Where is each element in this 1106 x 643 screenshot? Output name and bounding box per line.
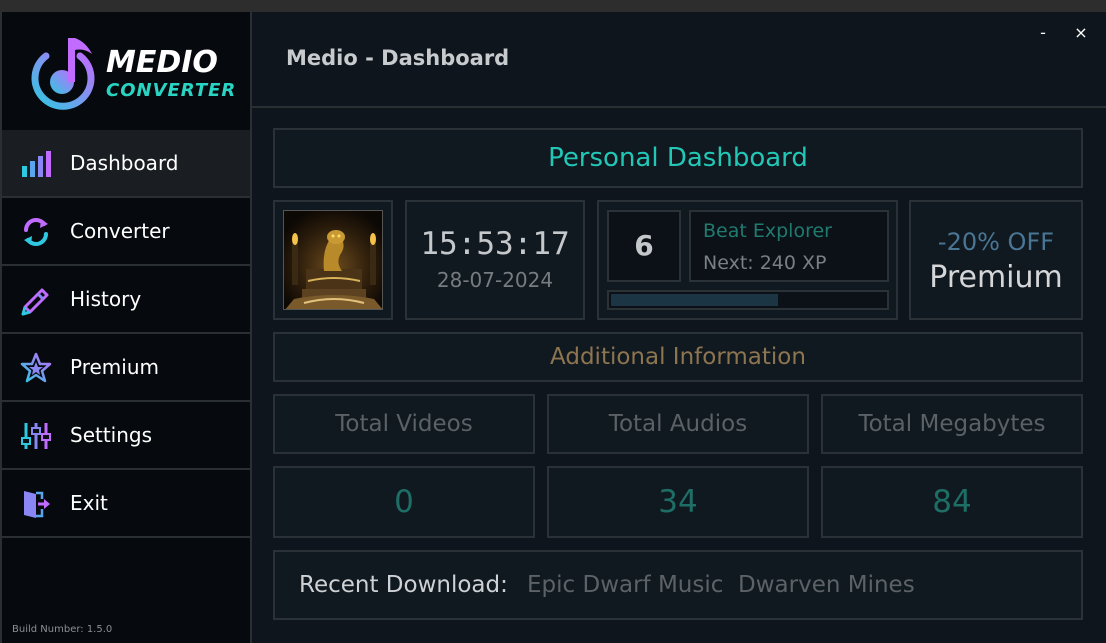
sidebar-item-premium[interactable]: Premium xyxy=(2,334,250,402)
logo-title: MEDIO xyxy=(106,45,218,80)
stat-value: 84 xyxy=(932,484,972,520)
star-icon xyxy=(20,352,52,383)
bar-chart-icon xyxy=(22,151,51,177)
sidebar-item-dashboard[interactable]: Dashboard xyxy=(2,130,250,198)
additional-info-panel: Additional Information xyxy=(273,332,1083,382)
stat-header-audios: Total Audios xyxy=(547,394,809,454)
header: Medio - Dashboard - × xyxy=(252,12,1106,108)
avatar[interactable] xyxy=(283,210,383,310)
sidebar-nav: Dashboard Converter History Premium Sett… xyxy=(2,130,250,538)
logo: MEDIO CONVERTER xyxy=(2,12,250,132)
sidebar-item-label: Converter xyxy=(70,219,170,243)
music-note-logo-icon xyxy=(31,38,95,110)
stat-label: Total Videos xyxy=(335,411,473,437)
sliders-icon xyxy=(21,423,51,449)
promo-discount: -20% OFF xyxy=(937,228,1055,256)
page-title: Medio - Dashboard xyxy=(286,46,510,70)
sidebar-item-label: Dashboard xyxy=(70,151,179,175)
clock-panel: 15:53:17 28-07-2024 xyxy=(405,200,585,320)
title-bar-strip xyxy=(0,0,1106,12)
additional-info-title: Additional Information xyxy=(550,344,806,370)
sidebar-item-history[interactable]: History xyxy=(2,266,250,334)
sidebar-item-label: History xyxy=(70,287,142,311)
stat-value: 0 xyxy=(394,484,414,520)
avatar-image xyxy=(284,211,382,309)
sidebar-item-label: Exit xyxy=(70,491,108,515)
avatar-panel xyxy=(273,200,393,320)
stat-value: 34 xyxy=(658,484,698,520)
sidebar: MEDIO CONVERTER Dashboard Converter Hist… xyxy=(0,12,252,643)
refresh-icon xyxy=(24,218,48,246)
recent-download-value: Epic Dwarf Music Dwarven Mines xyxy=(527,572,915,598)
exit-door-icon xyxy=(24,491,50,518)
build-number: Build Number: 1.5.0 xyxy=(12,624,113,635)
sidebar-item-converter[interactable]: Converter xyxy=(2,198,250,266)
sidebar-item-settings[interactable]: Settings xyxy=(2,402,250,470)
close-button[interactable]: × xyxy=(1070,22,1092,44)
stat-value-audios: 34 xyxy=(547,466,809,538)
logo-subtitle: CONVERTER xyxy=(106,80,237,101)
recent-download-label: Recent Download: xyxy=(299,572,508,598)
premium-promo-panel[interactable]: -20% OFF Premium xyxy=(909,200,1083,320)
stat-label: Total Megabytes xyxy=(858,411,1046,437)
next-xp: Next: 240 XP xyxy=(703,252,827,274)
clock-time: 15:53:17 xyxy=(420,226,570,262)
stat-value-videos: 0 xyxy=(273,466,535,538)
level-number: 6 xyxy=(607,210,681,282)
clock-date: 28-07-2024 xyxy=(436,268,554,292)
stat-value-megabytes: 84 xyxy=(821,466,1083,538)
xp-progress-bar xyxy=(607,290,889,310)
app-window: MEDIO CONVERTER Dashboard Converter Hist… xyxy=(0,12,1106,643)
stat-header-videos: Total Videos xyxy=(273,394,535,454)
level-info: Beat Explorer Next: 240 XP xyxy=(689,210,889,282)
stat-header-megabytes: Total Megabytes xyxy=(821,394,1083,454)
sidebar-item-label: Settings xyxy=(70,423,153,447)
promo-label: Premium xyxy=(929,260,1063,295)
xp-progress-fill xyxy=(611,294,778,306)
level-panel: 6 Beat Explorer Next: 240 XP xyxy=(597,200,898,320)
minimize-button[interactable]: - xyxy=(1032,22,1054,44)
pencil-icon xyxy=(21,288,49,316)
stat-label: Total Audios xyxy=(608,411,748,437)
sidebar-item-exit[interactable]: Exit xyxy=(2,470,250,538)
dashboard-title: Personal Dashboard xyxy=(548,143,808,173)
sidebar-item-label: Premium xyxy=(70,355,159,379)
recent-download-panel: Recent Download: Epic Dwarf Music Dwarve… xyxy=(273,550,1083,620)
dashboard-title-panel: Personal Dashboard xyxy=(273,128,1083,188)
rank-name: Beat Explorer xyxy=(703,220,832,242)
